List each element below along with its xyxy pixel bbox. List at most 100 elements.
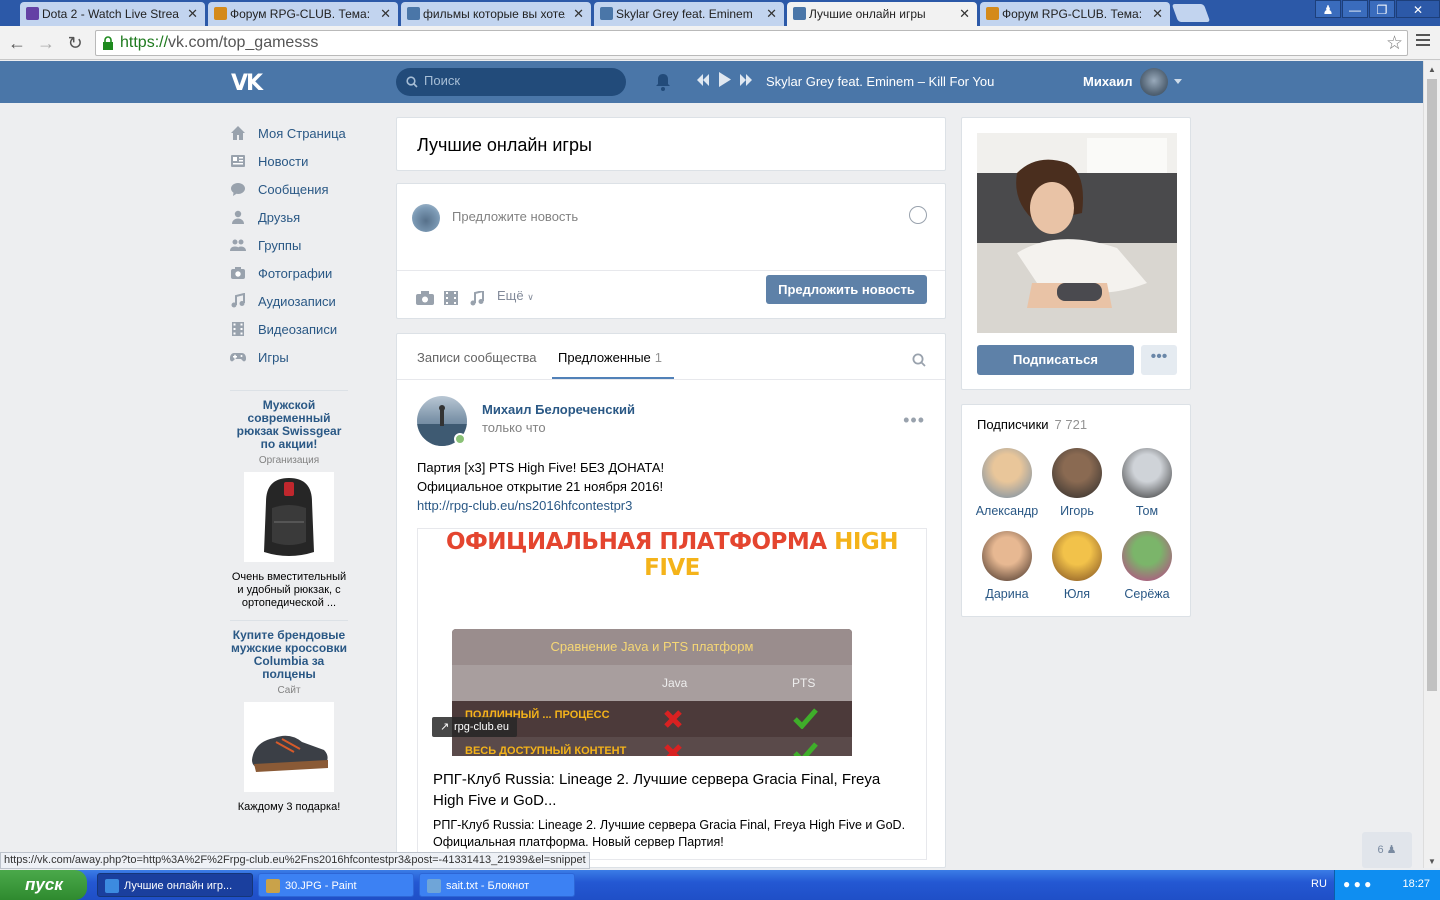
chat-button[interactable]: 6 ♟ <box>1362 832 1412 868</box>
window-close-button[interactable]: ✕ <box>1396 0 1440 18</box>
vk-logo[interactable]: VK <box>231 71 263 96</box>
close-icon[interactable]: ✕ <box>959 6 970 22</box>
minimize-button[interactable]: — <box>1342 0 1368 18</box>
subscriber[interactable]: Серёжа <box>1112 531 1182 601</box>
browser-tab[interactable]: Лучшие онлайн игры ✕ <box>787 2 977 26</box>
language-indicator[interactable]: RU <box>1311 878 1327 890</box>
music-icon[interactable] <box>470 291 484 306</box>
browser-tab[interactable]: Форум RPG-CLUB. Тема: Пар ✕ <box>208 2 398 26</box>
browser-tab[interactable]: Форум RPG-CLUB. Тема: Пар ✕ <box>980 2 1170 26</box>
subscriber-name[interactable]: Дарина <box>972 587 1042 601</box>
sidebar-item[interactable]: Сообщения <box>230 175 360 203</box>
scroll-down-icon[interactable]: ▼ <box>1428 857 1436 866</box>
community-cover-photo[interactable] <box>977 133 1177 333</box>
subscriber-name[interactable]: Игорь <box>1042 504 1112 518</box>
sidebar-item[interactable]: Группы <box>230 231 360 259</box>
ad-item[interactable]: Купите брендовые мужские кроссовки Colum… <box>230 629 348 814</box>
scroll-up-icon[interactable]: ▲ <box>1428 65 1436 74</box>
bookmark-star-icon[interactable]: ☆ <box>1386 32 1403 55</box>
emoji-icon[interactable] <box>909 206 927 224</box>
sidebar-item[interactable]: Моя Страница <box>230 119 360 147</box>
vk-header: VK Skylar Grey feat. Eminem – Kill For Y… <box>0 61 1423 103</box>
subscriber[interactable]: Игорь <box>1042 448 1112 518</box>
play-icon[interactable] <box>719 72 731 87</box>
suggest-news-button[interactable]: Предложить новость <box>766 275 927 304</box>
bell-icon[interactable] <box>655 73 671 91</box>
browser-tab[interactable]: Skylar Grey feat. Eminem ✕ <box>594 2 784 26</box>
subscribers-header[interactable]: Подписчики 7 721 <box>977 417 1087 432</box>
snippet-source-badge[interactable]: ↗ rpg-club.eu <box>432 717 518 737</box>
post-menu-icon[interactable]: ••• <box>903 410 925 431</box>
close-icon[interactable]: ✕ <box>380 6 391 22</box>
new-tab-button[interactable] <box>1171 4 1211 22</box>
sidebar-item[interactable]: Фотографии <box>230 259 360 287</box>
camera-icon[interactable] <box>416 291 434 305</box>
maximize-button[interactable]: ❐ <box>1369 0 1395 18</box>
ad-title[interactable]: Мужской современный рюкзак Swissgear по … <box>230 399 348 451</box>
next-track-icon[interactable] <box>740 74 752 86</box>
subscriber-name[interactable]: Серёжа <box>1112 587 1182 601</box>
video-icon[interactable] <box>444 291 458 305</box>
suggest-news-input[interactable]: Предложите новость <box>452 209 578 224</box>
sidebar-item[interactable]: Друзья <box>230 203 360 231</box>
subscriber[interactable]: Александр <box>972 448 1042 518</box>
snippet-image[interactable]: ОФИЦИАЛЬНАЯ ПЛАТФОРМА HIGH FIVE Сравнени… <box>418 529 926 756</box>
subscriber-name[interactable]: Том <box>1112 504 1182 518</box>
avatar[interactable] <box>982 531 1032 581</box>
post-link[interactable]: http://rpg-club.eu/ns2016hfcontestpr3 <box>417 496 664 515</box>
tab-suggested[interactable]: Предложенные 1 <box>558 350 662 365</box>
ad-item[interactable]: Мужской современный рюкзак Swissgear по … <box>230 399 348 610</box>
scroll-thumb[interactable] <box>1427 79 1437 691</box>
chevron-down-icon[interactable] <box>1174 79 1182 84</box>
current-track[interactable]: Skylar Grey feat. Eminem – Kill For You <box>766 74 994 89</box>
search-icon[interactable] <box>912 353 926 367</box>
avatar[interactable] <box>1122 531 1172 581</box>
page-scrollbar[interactable]: ▲ ▼ <box>1423 61 1440 868</box>
reload-button[interactable]: ↻ <box>64 32 86 54</box>
start-button[interactable]: пуск <box>0 870 87 900</box>
avatar[interactable] <box>1052 531 1102 581</box>
subscriber-name[interactable]: Александр <box>972 504 1042 518</box>
close-icon[interactable]: ✕ <box>573 6 584 22</box>
post-time[interactable]: только что <box>482 420 546 435</box>
avatar[interactable] <box>1052 448 1102 498</box>
more-attachments-button[interactable]: Ещё ∨ <box>497 288 534 303</box>
taskbar-item[interactable]: Лучшие онлайн игр... <box>97 873 253 897</box>
subscriber-name[interactable]: Юля <box>1042 587 1112 601</box>
chrome-menu-icon[interactable] <box>1416 34 1430 49</box>
more-actions-button[interactable]: ••• <box>1141 345 1177 375</box>
taskbar-item[interactable]: 30.JPG - Paint <box>258 873 414 897</box>
profile-icon[interactable]: ♟ <box>1315 0 1341 18</box>
subscriber[interactable]: Том <box>1112 448 1182 518</box>
sidebar-item[interactable]: Аудиозаписи <box>230 287 360 315</box>
close-icon[interactable]: ✕ <box>1152 6 1163 22</box>
sneaker-image[interactable] <box>244 702 334 792</box>
post-author[interactable]: Михаил Белореченский <box>482 402 635 417</box>
subscribe-button[interactable]: Подписаться <box>977 345 1134 375</box>
user-avatar[interactable] <box>1140 68 1168 96</box>
avatar[interactable] <box>982 448 1032 498</box>
sidebar-item[interactable]: Видеозаписи <box>230 315 360 343</box>
user-name[interactable]: Михаил <box>1083 74 1133 89</box>
tab-community-posts[interactable]: Записи сообщества <box>417 350 537 365</box>
sidebar-item[interactable]: Игры <box>230 343 360 371</box>
tray-icons[interactable]: ● ● ● <box>1343 877 1371 891</box>
close-icon[interactable]: ✕ <box>187 6 198 22</box>
omnibox[interactable]: https://vk.com/top_gamesss ☆ <box>95 30 1408 56</box>
avatar[interactable] <box>1122 448 1172 498</box>
taskbar-item[interactable]: sait.txt - Блокнот <box>419 873 575 897</box>
back-button[interactable]: ← <box>6 32 28 54</box>
snippet-title[interactable]: РПГ-Клуб Russia: Lineage 2. Лучшие серве… <box>433 769 913 811</box>
prev-track-icon[interactable] <box>697 74 709 86</box>
browser-tab[interactable]: фильмы которые вы хотели ✕ <box>401 2 591 26</box>
link-snippet[interactable]: ОФИЦИАЛЬНАЯ ПЛАТФОРМА HIGH FIVE Сравнени… <box>417 528 927 860</box>
backpack-image[interactable] <box>244 472 334 562</box>
subscriber[interactable]: Юля <box>1042 531 1112 601</box>
ad-title[interactable]: Купите брендовые мужские кроссовки Colum… <box>230 629 348 681</box>
subscriber[interactable]: Дарина <box>972 531 1042 601</box>
close-icon[interactable]: ✕ <box>766 6 777 22</box>
sidebar-item[interactable]: Новости <box>230 147 360 175</box>
search-input[interactable] <box>424 73 614 88</box>
browser-tab[interactable]: Dota 2 - Watch Live Streams ✕ <box>20 2 205 26</box>
forward-button[interactable]: → <box>35 32 57 54</box>
